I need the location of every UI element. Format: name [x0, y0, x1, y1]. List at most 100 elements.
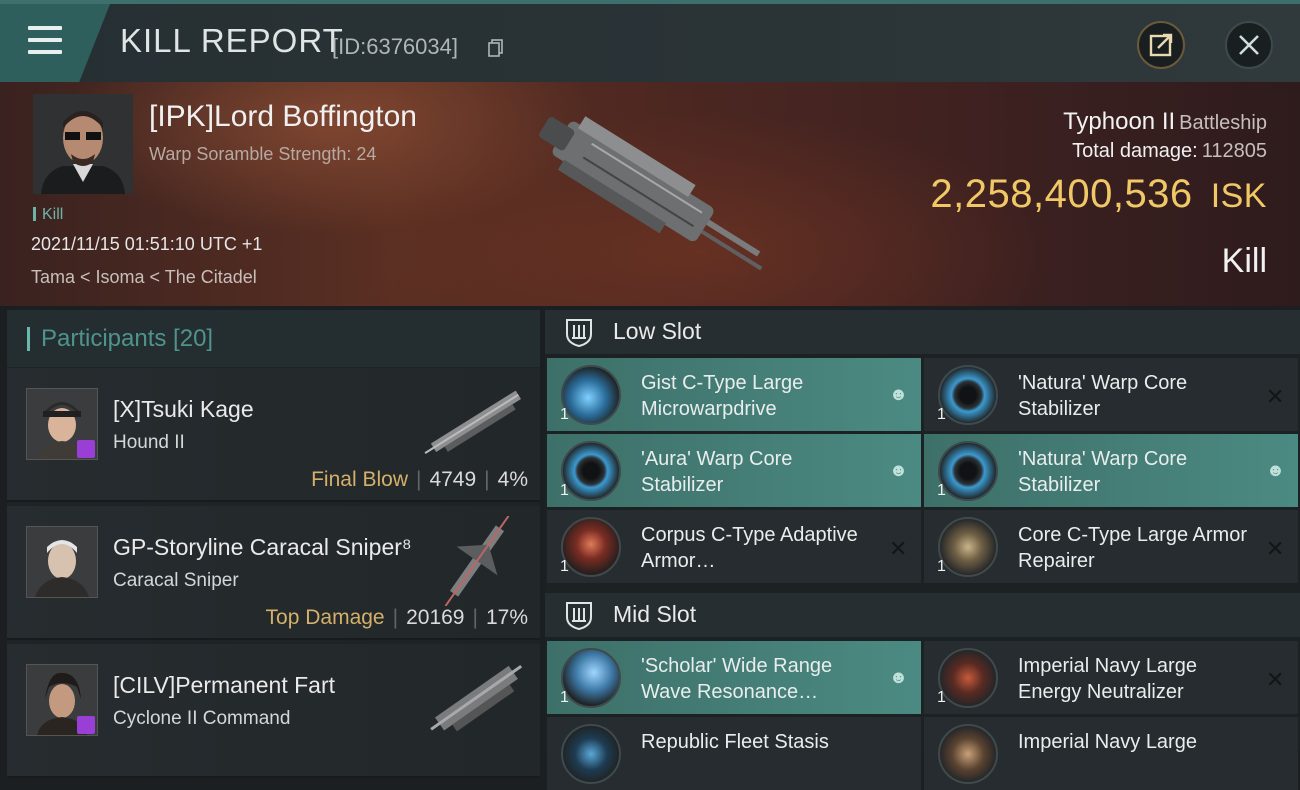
participant-percent: 17%: [485, 606, 528, 629]
isk-amount: 2,258,400,536: [930, 172, 1193, 216]
copy-icon[interactable]: [488, 39, 504, 57]
victim-portrait[interactable]: [33, 94, 133, 194]
warp-core-stabilizer-icon: [938, 441, 998, 501]
separator: |: [392, 606, 399, 629]
participant-damage: 20169: [406, 606, 465, 629]
module-item[interactable]: 1 'Natura' Warp Core Stabilizer ✕: [924, 358, 1298, 431]
module-name: 'Natura' Warp Core Stabilizer: [1018, 448, 1188, 496]
hamburger-icon: [28, 26, 62, 30]
participant-card[interactable]: GP-Storyline Caracal Sniper⁸ Caracal Sni…: [7, 506, 540, 640]
module-quantity: 1: [937, 482, 946, 499]
kill-location[interactable]: Tama < Isoma < The Citadel: [31, 267, 257, 288]
ship-name: Typhoon II: [1063, 108, 1176, 135]
low-slot-icon: [566, 319, 592, 348]
participants-title: Participants [20]: [41, 325, 214, 352]
microwarpdrive-icon: [561, 365, 621, 425]
participant-name[interactable]: GP-Storyline Caracal Sniper⁸: [113, 534, 412, 561]
header-bar: KILL REPORT [ID:6376034]: [0, 0, 1300, 82]
module-item[interactable]: Imperial Navy Large: [924, 717, 1298, 790]
module-item[interactable]: 1 'Natura' Warp Core Stabilizer ☻: [924, 434, 1298, 507]
module-icon: [938, 724, 998, 784]
participant-stats: Final Blow | 4749 | 4%: [311, 468, 528, 492]
stasis-webifier-icon: [561, 724, 621, 784]
adaptive-armor-icon: [561, 517, 621, 577]
kill-tag: Kill: [33, 206, 63, 224]
module-quantity: 1: [937, 406, 946, 423]
victim-name[interactable]: [IPK]Lord Boffington: [149, 100, 417, 134]
module-name: Corpus C-Type Adaptive Armor…: [641, 524, 858, 572]
ship-class: Battleship: [1179, 112, 1267, 134]
module-item[interactable]: 1 'Scholar' Wide Range Wave Resonance… ☻: [547, 641, 921, 714]
warp-core-stabilizer-icon: [561, 441, 621, 501]
module-item[interactable]: Republic Fleet Stasis: [547, 717, 921, 790]
module-item[interactable]: 1 Core C-Type Large Armor Repairer ✕: [924, 510, 1298, 583]
module-item[interactable]: 1 Corpus C-Type Adaptive Armor… ✕: [547, 510, 921, 583]
participant-ship-icon: [424, 390, 521, 454]
participant-ship-icon: [430, 664, 523, 732]
participant-card[interactable]: [X]Tsuki Kage Hound II Final Blow | 4749 | 4…: [7, 368, 540, 502]
module-quantity: 1: [937, 558, 946, 575]
ship-icon[interactable]: [515, 102, 785, 282]
participants-panel: Participants [20] [X]Tsuki Kage Hound II…: [7, 310, 540, 778]
participant-name[interactable]: [X]Tsuki Kage: [113, 396, 254, 423]
module-name: Core C-Type Large Armor Repairer: [1018, 524, 1247, 572]
page-title: KILL REPORT: [120, 22, 344, 59]
module-name: Imperial Navy Large: [1018, 731, 1197, 753]
menu-button[interactable]: [0, 4, 110, 82]
mid-slot-icon: [566, 602, 592, 631]
participants-header[interactable]: Participants [20]: [7, 310, 540, 367]
participant-card[interactable]: [CILV]Permanent Fart Cyclone II Command: [7, 644, 540, 778]
module-name: 'Scholar' Wide Range Wave Resonance…: [641, 655, 833, 703]
export-icon: [1149, 33, 1173, 57]
participant-damage: 4749: [429, 468, 477, 491]
low-slot-title: Low Slot: [613, 318, 702, 344]
warp-core-stabilizer-icon: [938, 365, 998, 425]
export-button[interactable]: [1137, 21, 1185, 69]
separator: |: [484, 468, 490, 491]
hamburger-icon-line: [28, 38, 62, 42]
header-accent: [27, 327, 30, 351]
armor-repairer-icon: [938, 517, 998, 577]
module-name: 'Natura' Warp Core Stabilizer: [1018, 372, 1188, 420]
module-name: Republic Fleet Stasis: [641, 731, 829, 753]
damage-label: Total damage:: [1072, 140, 1198, 162]
pilot-icon: ☻: [889, 667, 908, 687]
close-icon: [1239, 35, 1259, 55]
isk-unit: ISK: [1210, 177, 1267, 215]
participant-ship: Hound II: [113, 432, 185, 453]
participant-ship-icon: [444, 516, 510, 606]
participant-name[interactable]: [CILV]Permanent Fart: [113, 672, 335, 699]
module-item[interactable]: 1 Imperial Navy Large Energy Neutralizer…: [924, 641, 1298, 714]
ecm-burst-icon: [561, 648, 621, 708]
participant-stats: Top Damage | 20169 | 17%: [266, 606, 528, 630]
hamburger-icon-line: [28, 50, 62, 54]
module-quantity: 1: [560, 689, 569, 706]
scramble-strength: Warp Soramble Strength: 24: [149, 144, 377, 164]
mid-slot-title: Mid Slot: [613, 601, 697, 627]
fitting-panel: Low Slot 1 Gist C-Type Large Microwarpdr…: [545, 310, 1300, 790]
destroyed-icon: ✕: [1266, 667, 1285, 692]
destroyed-icon: ✕: [1266, 536, 1285, 561]
energy-neutralizer-icon: [938, 648, 998, 708]
module-quantity: 1: [560, 558, 569, 575]
corp-badge-icon: [77, 716, 95, 734]
module-item[interactable]: 1 Gist C-Type Large Microwarpdrive ☻: [547, 358, 921, 431]
corp-badge-icon: [77, 440, 95, 458]
low-slot-header[interactable]: Low Slot: [545, 310, 1300, 354]
module-name: Imperial Navy Large Energy Neutralizer: [1018, 655, 1197, 703]
module-quantity: 1: [560, 482, 569, 499]
pilot-icon: ☻: [889, 384, 908, 404]
destroyed-icon: ✕: [889, 536, 908, 561]
victim-ship[interactable]: Typhoon II Battleship: [1063, 108, 1267, 136]
module-quantity: 1: [560, 406, 569, 423]
module-item[interactable]: 1 'Aura' Warp Core Stabilizer ☻: [547, 434, 921, 507]
separator: |: [472, 606, 478, 629]
victim-banner: [IPK]Lord Boffington Warp Soramble Stren…: [0, 82, 1300, 306]
close-button[interactable]: [1225, 21, 1273, 69]
total-damage: Total damage: 112805: [1072, 140, 1267, 163]
participant-ship: Cyclone II Command: [113, 708, 291, 729]
module-name: Gist C-Type Large Microwarpdrive: [641, 372, 804, 420]
mid-slot-header[interactable]: Mid Slot: [545, 593, 1300, 637]
isk-value: 2,258,400,536 ISK: [930, 172, 1267, 217]
separator: |: [415, 468, 422, 491]
